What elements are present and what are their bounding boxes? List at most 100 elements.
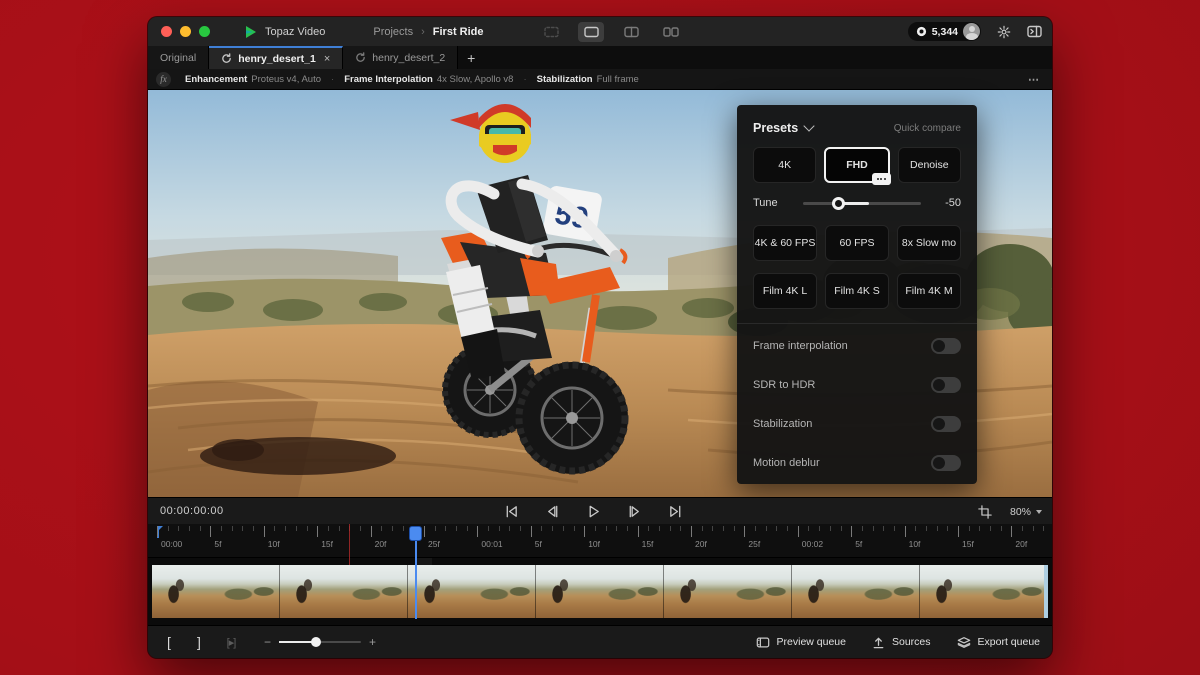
tab-henry-desert-1[interactable]: henry_desert_1 × xyxy=(209,46,343,69)
next-frame-button[interactable] xyxy=(626,503,643,520)
ruler-tick xyxy=(958,526,959,537)
play-button[interactable] xyxy=(585,503,602,520)
ruler-tick xyxy=(787,526,788,531)
filmstrip-thumbnail[interactable] xyxy=(792,565,920,618)
preview-queue-button[interactable]: Preview queue xyxy=(756,636,846,649)
previous-frame-button[interactable] xyxy=(544,503,561,520)
export-queue-button[interactable]: Export queue xyxy=(957,636,1040,649)
ruler-tick xyxy=(563,526,564,531)
preset-film4kl-button[interactable]: Film 4K L xyxy=(753,273,817,309)
account-avatar[interactable] xyxy=(963,23,980,40)
ruler-tick xyxy=(851,526,852,537)
ruler-tick xyxy=(328,526,329,531)
ruler-tick xyxy=(403,526,404,531)
compare-view-icon[interactable] xyxy=(538,22,564,42)
ruler-label: 10f xyxy=(909,539,921,549)
ruler-tick xyxy=(477,526,478,537)
timeline: 00:005f10f15f20f25f00:015f10f15f20f25f00… xyxy=(148,524,1052,625)
side-by-side-view-icon[interactable] xyxy=(658,22,684,42)
frame-interpolation-toggle[interactable] xyxy=(931,338,961,354)
ruler-tick xyxy=(541,526,542,531)
zoom-in-icon[interactable]: + xyxy=(369,635,376,649)
ruler-tick xyxy=(734,526,735,531)
preset-8x-slowmo-button[interactable]: 8x Slow mo xyxy=(897,225,961,261)
fx-icon: fx xyxy=(156,72,171,87)
ruler-label: 20f xyxy=(695,539,707,549)
filmstrip-thumbnail[interactable] xyxy=(920,565,1048,618)
settings-gear-icon[interactable] xyxy=(997,25,1011,39)
preset-60fps-button[interactable]: 60 FPS xyxy=(825,225,889,261)
zoom-out-icon[interactable]: − xyxy=(264,635,271,649)
pipeline-separator: · xyxy=(523,74,526,85)
tune-slider[interactable] xyxy=(803,202,921,205)
preset-film4km-button[interactable]: Film 4K M xyxy=(897,273,961,309)
ruler-tick xyxy=(862,526,863,531)
preset-film4ks-button[interactable]: Film 4K S xyxy=(825,273,889,309)
crop-icon[interactable] xyxy=(978,505,992,519)
ruler-tick xyxy=(926,526,927,531)
ruler-label: 00:01 xyxy=(481,539,502,549)
preset-denoise-button[interactable]: Denoise xyxy=(898,147,961,183)
ruler-tick xyxy=(691,526,692,537)
pipeline-more-icon[interactable]: ⋯ xyxy=(1028,73,1040,86)
playhead[interactable] xyxy=(409,526,422,541)
filmstrip-thumbnail[interactable] xyxy=(664,565,792,618)
presets-title: Presets xyxy=(753,121,798,135)
ruler-tick xyxy=(766,526,767,531)
minimize-window-button[interactable] xyxy=(180,26,191,37)
close-window-button[interactable] xyxy=(161,26,172,37)
filmstrip-thumbnail[interactable] xyxy=(408,565,536,618)
breadcrumb-projects[interactable]: Projects xyxy=(373,26,413,38)
stabilization-toggle[interactable] xyxy=(931,416,961,432)
ruler-label: 5f xyxy=(214,539,221,549)
preset-fhd-button[interactable]: FHD xyxy=(824,147,889,183)
ruler-tick xyxy=(627,526,628,531)
set-out-point-button[interactable]: ] xyxy=(184,634,214,650)
ruler-tick xyxy=(680,526,681,531)
single-view-icon[interactable] xyxy=(578,22,604,42)
filmstrip-thumbnail[interactable] xyxy=(152,565,280,618)
filmstrip[interactable] xyxy=(152,565,1048,618)
sdr-to-hdr-toggle[interactable] xyxy=(931,377,961,393)
ruler-label: 25f xyxy=(428,539,440,549)
quick-compare-button[interactable]: Quick compare xyxy=(894,123,961,134)
tab-original[interactable]: Original xyxy=(148,46,209,69)
ruler-tick xyxy=(894,526,895,531)
skip-to-end-button[interactable] xyxy=(667,503,684,520)
filmstrip-thumbnail[interactable] xyxy=(536,565,664,618)
zoom-level-select[interactable]: 80% xyxy=(1010,506,1042,518)
tab-close-icon[interactable]: × xyxy=(324,53,330,65)
preset-4k60-button[interactable]: 4K & 60 FPS xyxy=(753,225,817,261)
ruler-tick xyxy=(723,526,724,531)
filmstrip-thumbnail[interactable] xyxy=(280,565,408,618)
zoom-window-button[interactable] xyxy=(199,26,210,37)
timeline-zoom-slider[interactable] xyxy=(279,641,361,643)
preset-options-icon[interactable] xyxy=(872,173,891,185)
toggle-panel-icon[interactable] xyxy=(1027,25,1042,38)
ruler-label: 10f xyxy=(268,539,280,549)
credits-count: 5,344 xyxy=(932,26,958,38)
tune-slider-knob[interactable] xyxy=(832,197,845,210)
credits-badge[interactable]: 5,344 xyxy=(908,22,981,41)
timeline-zoom-knob[interactable] xyxy=(311,637,321,647)
preset-4k-button[interactable]: 4K xyxy=(753,147,816,183)
ruler-tick xyxy=(232,526,233,531)
presets-panel: Presets Quick compare 4K FHD Denoise Tun… xyxy=(737,105,977,484)
add-tab-button[interactable]: + xyxy=(458,46,484,69)
timeline-ruler[interactable]: 00:005f10f15f20f25f00:015f10f15f20f25f00… xyxy=(148,524,1052,558)
skip-to-start-button[interactable] xyxy=(503,503,520,520)
presets-dropdown[interactable]: Presets xyxy=(753,121,813,135)
set-in-point-button[interactable]: [ xyxy=(154,634,184,650)
ruler-tick xyxy=(456,526,457,531)
ruler-tick xyxy=(424,526,425,537)
breadcrumb: Projects › First Ride xyxy=(373,26,483,38)
sources-button[interactable]: Sources xyxy=(872,636,931,649)
ruler-tick xyxy=(274,526,275,531)
split-view-icon[interactable] xyxy=(618,22,644,42)
motion-deblur-toggle[interactable] xyxy=(931,455,961,471)
fit-selection-icon[interactable]: [▸] xyxy=(214,636,248,649)
tab-henry-desert-2[interactable]: henry_desert_2 xyxy=(343,46,458,69)
ruler-tick xyxy=(435,526,436,531)
pipeline-bar[interactable]: fx EnhancementProteus v4, Auto · Frame I… xyxy=(148,69,1052,90)
ruler-tick xyxy=(488,526,489,531)
